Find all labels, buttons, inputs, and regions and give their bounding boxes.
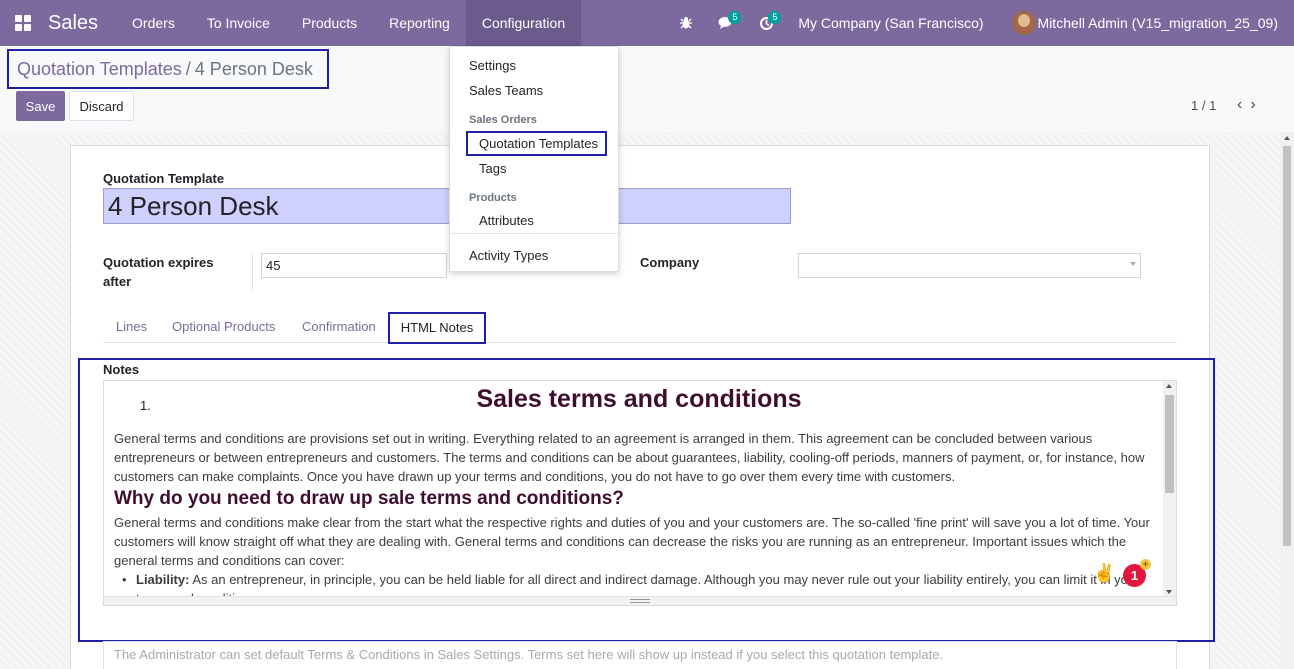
notes-bullet-liability: Liability: As an entrepreneur, in princi…: [122, 570, 1156, 598]
notes-paragraph-1: General terms and conditions are provisi…: [114, 431, 1145, 484]
editor-scroll-thumb[interactable]: [1165, 395, 1174, 493]
expires-days-input[interactable]: 45: [261, 253, 447, 278]
expires-label-line1: Quotation expires: [103, 255, 214, 270]
user-name: Mitchell Admin (V15_migration_25_09): [1037, 15, 1278, 31]
dropdown-sales-teams[interactable]: Sales Teams: [469, 83, 543, 98]
tab-optional-products[interactable]: Optional Products: [172, 313, 275, 343]
expires-label-line2: after: [103, 274, 132, 289]
dropdown-divider: [450, 233, 618, 234]
discard-button[interactable]: Discard: [69, 91, 134, 121]
tab-html-notes[interactable]: HTML Notes: [388, 312, 486, 344]
bullet-label: Liability:: [136, 572, 190, 587]
html-notes-editor[interactable]: 1. Sales terms and conditions General te…: [103, 380, 1177, 606]
notes-title: Sales terms and conditions: [476, 385, 802, 413]
victory-hand-icon[interactable]: ✌: [1093, 563, 1115, 584]
pager-previous-icon[interactable]: ‹: [1237, 96, 1250, 113]
notes-label: Notes: [103, 362, 140, 377]
page-scroll-up-icon[interactable]: [1284, 136, 1290, 140]
dropdown-attributes[interactable]: Attributes: [479, 213, 534, 228]
tab-confirmation[interactable]: Confirmation: [302, 313, 376, 343]
notes-heading-2: Why do you need to draw up sale terms an…: [114, 488, 624, 509]
company-select[interactable]: [798, 253, 1141, 278]
name-label: Quotation Template: [103, 171, 225, 186]
breadcrumb: Quotation Templates / 4 Person Desk: [7, 49, 329, 89]
editor-resize-handle[interactable]: [104, 596, 1176, 605]
user-menu[interactable]: Mitchell Admin (V15_migration_25_09): [1011, 11, 1294, 35]
configuration-dropdown: Settings Sales Teams Sales Orders Quotat…: [449, 46, 619, 272]
terms-conditions-field[interactable]: The Administrator can set default Terms …: [103, 641, 1177, 669]
editor-content: 1. Sales terms and conditions General te…: [114, 381, 1164, 598]
dropdown-tags[interactable]: Tags: [479, 161, 506, 176]
bug-icon[interactable]: [666, 0, 706, 46]
company-switcher[interactable]: My Company (San Francisco): [786, 15, 1011, 31]
apps-menu-icon[interactable]: [0, 0, 46, 46]
template-name-input[interactable]: 4 Person Desk: [103, 188, 791, 224]
save-button[interactable]: Save: [16, 91, 65, 121]
menu-orders[interactable]: Orders: [116, 0, 191, 46]
dropdown-header-products: Products: [469, 192, 517, 204]
dropdown-settings[interactable]: Settings: [469, 58, 516, 73]
user-avatar: [1011, 11, 1036, 35]
messages-icon[interactable]: 5: [706, 0, 746, 46]
company-label: Company: [640, 255, 700, 270]
dropdown-quotation-templates[interactable]: Quotation Templates: [479, 136, 598, 151]
field-separator: [252, 253, 253, 290]
page-scrollbar[interactable]: [1280, 132, 1294, 669]
bullet-text: As an entrepreneur, in principle, you ca…: [136, 572, 1139, 598]
menu-reporting[interactable]: Reporting: [373, 0, 466, 46]
app-brand[interactable]: Sales: [48, 12, 98, 35]
scroll-up-icon[interactable]: [1166, 384, 1172, 388]
breadcrumb-separator: /: [185, 58, 191, 79]
plus-icon[interactable]: +: [1140, 559, 1151, 570]
menu-products[interactable]: Products: [286, 0, 373, 46]
page-scroll-thumb[interactable]: [1283, 146, 1291, 546]
breadcrumb-parent-link[interactable]: Quotation Templates: [17, 59, 182, 80]
tab-lines[interactable]: Lines: [116, 313, 147, 343]
editor-scrollbar[interactable]: [1163, 381, 1176, 598]
dropdown-activity-types[interactable]: Activity Types: [469, 248, 548, 263]
pager-value[interactable]: 1 / 1: [1191, 98, 1216, 113]
scroll-down-icon[interactable]: [1166, 590, 1172, 594]
notes-paragraph-2: General terms and conditions make clear …: [114, 515, 1150, 568]
pager-arrows: ‹›: [1237, 96, 1264, 114]
activities-clock-icon[interactable]: 5: [746, 0, 786, 46]
breadcrumb-current: 4 Person Desk: [194, 58, 313, 79]
menu-configuration[interactable]: Configuration: [465, 0, 582, 46]
chevron-down-icon: [1130, 262, 1136, 266]
messages-badge: 5: [728, 11, 742, 24]
menu-to-invoice[interactable]: To Invoice: [191, 0, 286, 46]
pager-next-icon[interactable]: ›: [1250, 96, 1263, 113]
top-navbar: Sales Orders To Invoice Products Reporti…: [0, 0, 1294, 46]
notebook-tabs: Lines Optional Products Confirmation HTM…: [103, 312, 1177, 344]
navbar-systray: 5 5 My Company (San Francisco) Mitchell …: [666, 0, 1294, 46]
activities-badge: 5: [768, 11, 782, 24]
dropdown-header-sales-orders: Sales Orders: [469, 114, 537, 126]
resize-grip-icon: [630, 599, 650, 603]
